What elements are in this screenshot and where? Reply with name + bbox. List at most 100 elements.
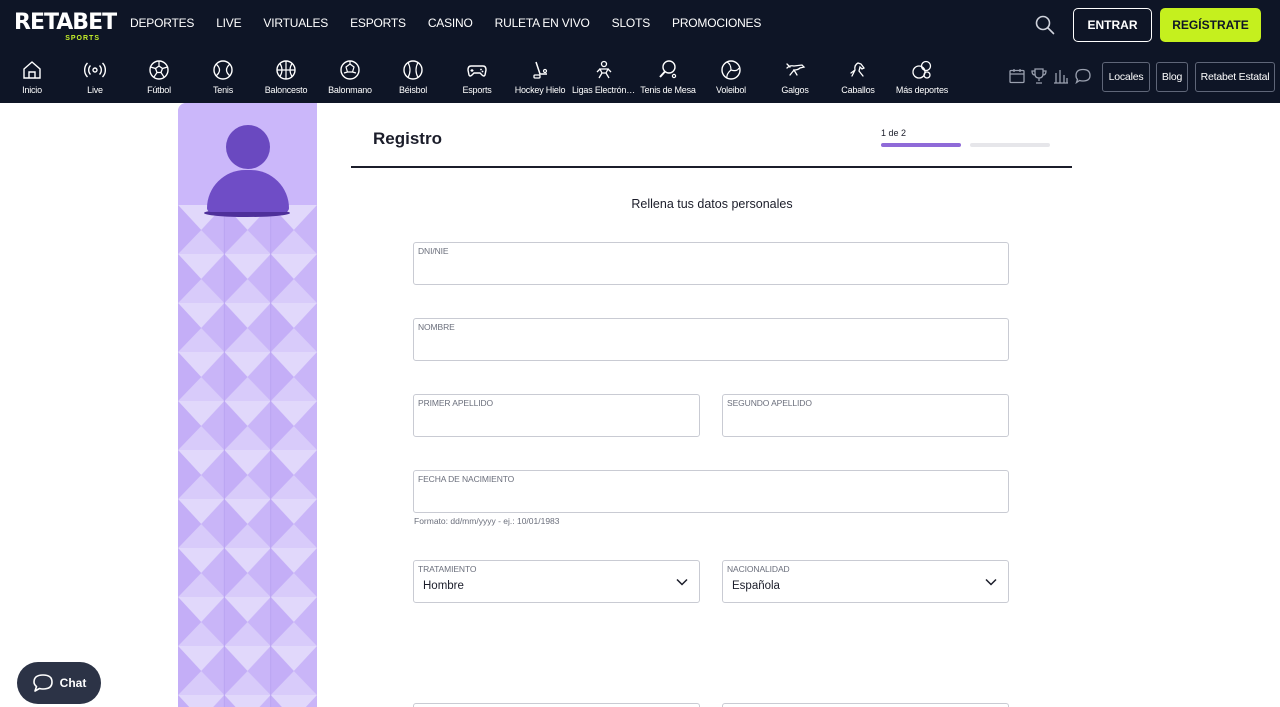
fecha-format-hint: Formato: dd/mm/yyyy - ej.: 10/01/1983 [414,516,560,526]
more-sports-icon [912,60,932,79]
sport-label: Inicio [22,85,42,95]
chat-button[interactable]: Chat [17,662,101,704]
dni-field[interactable]: DNI/NIE [413,242,1009,285]
page-title: Registro [373,129,442,148]
dni-label: DNI/NIE [418,246,449,256]
sport-label: Fútbol [147,85,171,95]
registration-side-panel [178,103,317,707]
live-broadcast-icon [84,62,106,78]
retabet-estatal-button[interactable]: Retabet Estatal [1195,62,1275,92]
greyhound-icon [786,63,806,76]
baseball-icon [403,60,423,80]
segundo-apellido-input[interactable] [727,411,1002,433]
main-nav: DEPORTES LIVE VIRTUALES ESPORTS CASINO R… [130,16,783,30]
step-progress-active [881,143,961,147]
retabet-logo[interactable]: RETABET SPORTS [14,10,117,46]
nav-esports[interactable]: ESPORTS [350,16,406,30]
chat-bubble-icon[interactable] [1074,67,1092,85]
top-header: RETABET SPORTS DEPORTES LIVE VIRTUALES E… [0,0,1280,103]
basketball-icon [276,60,296,80]
triangle-pattern [178,205,317,707]
utility-icons [1008,67,1092,89]
sport-item-galgos[interactable]: Galgos [763,56,827,100]
segundo-apellido-label: SEGUNDO APELLIDO [727,398,812,408]
nacionalidad-value: Española [732,580,780,592]
tratamiento-label: TRATAMIENTO [418,564,477,574]
sport-label: Más deportes [895,85,949,95]
nav-promociones[interactable]: PROMOCIONES [672,16,761,30]
search-icon[interactable] [1034,14,1056,36]
nav-live[interactable]: LIVE [216,16,241,30]
partial-field-right[interactable] [722,703,1009,707]
sport-item-tenis-de-mesa[interactable]: Tenis de Mesa [636,56,700,100]
chat-label: Chat [59,676,87,690]
sport-item-futbol[interactable]: Fútbol [127,56,191,100]
nombre-field[interactable]: NOMBRE [413,318,1009,361]
gamepad-icon [467,65,487,77]
sport-item-inicio[interactable]: Inicio [0,56,64,100]
sport-item-esports[interactable]: Esports [445,56,509,100]
chat-bubble-icon [32,674,53,692]
sport-label: Esports [462,85,492,95]
sport-item-baloncesto[interactable]: Baloncesto [254,56,318,100]
tennis-ball-icon [213,60,233,80]
segundo-apellido-field[interactable]: SEGUNDO APELLIDO [722,394,1009,437]
sport-item-beisbol[interactable]: Béisbol [381,56,445,100]
sport-label: Tenis de Mesa [640,85,696,95]
nacionalidad-label: NACIONALIDAD [727,564,790,574]
sports-nav: Inicio Live Fútbol Tenis Baloncesto Balo… [0,56,1000,100]
sport-label: Ligas Electrónicas [572,85,636,95]
volleyball-icon [721,60,741,80]
login-button[interactable]: ENTRAR [1073,8,1152,42]
logo-text: RETABET [14,10,117,35]
sport-item-live[interactable]: Live [63,56,127,100]
ping-pong-icon [659,60,677,79]
step-indicator-text: 1 de 2 [881,128,907,138]
nav-ruleta-en-vivo[interactable]: RULETA EN VIVO [495,16,590,30]
trophy-icon[interactable] [1030,67,1048,85]
nav-casino[interactable]: CASINO [428,16,473,30]
sport-item-hockey-hielo[interactable]: Hockey Hielo [508,56,572,100]
chevron-down-icon [985,578,997,586]
chevron-down-icon [676,578,688,586]
nombre-input[interactable] [418,335,1002,357]
sport-label: Caballos [841,85,875,95]
dni-input[interactable] [418,259,1002,281]
nav-slots[interactable]: SLOTS [612,16,651,30]
fecha-nacimiento-input[interactable] [418,487,1002,509]
stats-icon[interactable] [1052,67,1070,85]
hockey-icon [533,61,548,79]
logo-subtext: SPORTS [65,35,100,42]
locales-button[interactable]: Locales [1102,62,1150,92]
tratamiento-select[interactable]: TRATAMIENTO Hombre [413,560,700,603]
fecha-nacimiento-label: FECHA DE NACIMIENTO [418,474,515,484]
primer-apellido-field[interactable]: PRIMER APELLIDO [413,394,700,437]
sport-label: Baloncesto [264,85,308,95]
primer-apellido-label: PRIMER APELLIDO [418,398,494,408]
nacionalidad-select[interactable]: NACIONALIDAD Española [722,560,1009,603]
soccer-ball-icon [149,60,169,80]
sport-label: Live [87,85,103,95]
nav-deportes[interactable]: DEPORTES [130,16,194,30]
calendar-icon[interactable] [1008,67,1026,85]
sport-item-mas-deportes[interactable]: Más deportes [890,56,954,100]
primer-apellido-input[interactable] [418,411,693,433]
fecha-nacimiento-field[interactable]: FECHA DE NACIMIENTO [413,470,1009,513]
sport-item-balonmano[interactable]: Balonmano [318,56,382,100]
partial-field-left[interactable] [413,703,700,707]
nombre-label: NOMBRE [418,322,455,332]
tratamiento-value: Hombre [423,580,464,592]
sport-item-caballos[interactable]: Caballos [826,56,890,100]
sport-item-tenis[interactable]: Tenis [191,56,255,100]
register-button[interactable]: REGÍSTRATE [1160,8,1261,42]
e-league-icon [596,60,612,79]
nav-virtuales[interactable]: VIRTUALES [263,16,328,30]
sport-label: Béisbol [398,85,428,95]
handball-icon [340,60,360,80]
step-progress-pending [970,143,1050,147]
blog-button[interactable]: Blog [1156,62,1188,92]
sport-label: Hockey Hielo [514,85,566,95]
sport-item-ligas-electronicas[interactable]: Ligas Electrónicas [572,56,636,100]
sport-label: Balonmano [328,85,372,95]
sport-item-voleibol[interactable]: Voleibol [699,56,763,100]
